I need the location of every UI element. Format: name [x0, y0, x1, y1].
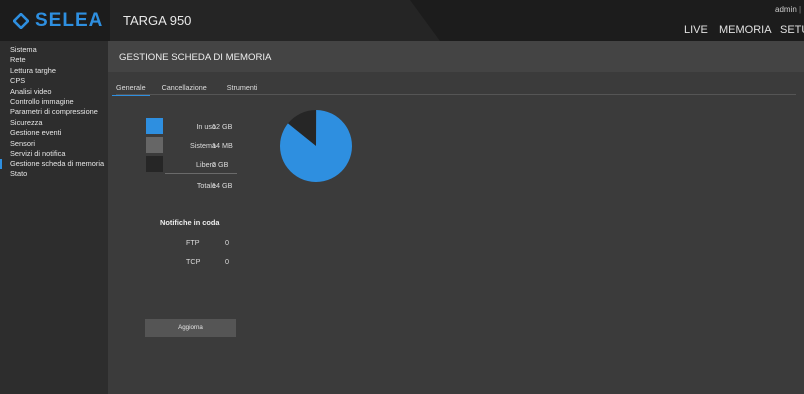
- ftp-value: 0: [225, 238, 229, 247]
- sidebar-item-sensori[interactable]: Sensori: [0, 139, 108, 149]
- sidebar-item-cps[interactable]: CPS: [0, 76, 108, 86]
- sidebar-item-servizi-notifica[interactable]: Servizi di notifica: [0, 149, 108, 159]
- refresh-button[interactable]: Aggiorna: [145, 319, 236, 337]
- top-bar: SELEA TARGA 950 admin | LIVE MEMORIA SET…: [0, 0, 804, 41]
- sidebar-item-sistema[interactable]: Sistema: [0, 45, 108, 55]
- brand-name: SELEA: [35, 10, 104, 31]
- tcp-value: 0: [225, 257, 229, 266]
- brand-logo: SELEA: [13, 10, 103, 32]
- page-title: GESTIONE SCHEDA DI MEMORIA: [119, 52, 272, 63]
- sidebar-item-gestione-scheda-memoria[interactable]: Gestione scheda di memoria: [0, 159, 108, 170]
- legend-row-totale: Totale 14 GB: [146, 177, 276, 193]
- legend-row-sistema: Sistema 14 MB: [146, 137, 276, 153]
- total-separator: [165, 173, 237, 174]
- user-name[interactable]: admin |: [775, 5, 801, 14]
- sidebar-item-gestione-eventi[interactable]: Gestione eventi: [0, 128, 108, 138]
- sidebar-item-stato[interactable]: Stato: [0, 169, 108, 179]
- legend-row-in-uso: In uso 12 GB: [146, 118, 276, 134]
- nav-setup[interactable]: SETUP: [780, 24, 804, 36]
- diamond-logo-icon: [13, 13, 29, 29]
- queue-title: Notifiche in coda: [160, 218, 220, 227]
- tab-divider: [116, 94, 796, 95]
- device-model: TARGA 950: [123, 13, 192, 28]
- sidebar-item-lettura-targhe[interactable]: Lettura targhe: [0, 66, 108, 76]
- sidebar-item-parametri-compressione[interactable]: Parametri di compressione: [0, 107, 108, 117]
- total-value: 14 GB: [212, 181, 233, 190]
- page-header: GESTIONE SCHEDA DI MEMORIA: [108, 41, 804, 72]
- in-use-swatch: [146, 118, 163, 134]
- free-value: 2 GB: [212, 160, 229, 169]
- free-swatch: [146, 156, 163, 172]
- sidebar-item-controllo-immagine[interactable]: Controllo immagine: [0, 97, 108, 107]
- sidebar-menu: Sistema Rete Lettura targhe CPS Analisi …: [0, 41, 108, 180]
- sidebar-item-sicurezza[interactable]: Sicurezza: [0, 118, 108, 128]
- sidebar: Sistema Rete Lettura targhe CPS Analisi …: [0, 41, 108, 394]
- system-swatch: [146, 137, 163, 153]
- nav-live[interactable]: LIVE: [684, 24, 708, 36]
- sidebar-item-rete[interactable]: Rete: [0, 55, 108, 65]
- main-content: GESTIONE SCHEDA DI MEMORIA Generale Canc…: [108, 41, 804, 394]
- legend-row-libero: Libero 2 GB: [146, 156, 276, 172]
- ftp-label: FTP: [186, 238, 200, 247]
- system-value: 14 MB: [212, 141, 233, 150]
- nav-memoria[interactable]: MEMORIA: [719, 24, 772, 36]
- sidebar-item-analisi-video[interactable]: Analisi video: [0, 87, 108, 97]
- storage-pie-chart: [280, 110, 352, 182]
- tcp-label: TCP: [186, 257, 201, 266]
- in-use-value: 12 GB: [212, 122, 233, 131]
